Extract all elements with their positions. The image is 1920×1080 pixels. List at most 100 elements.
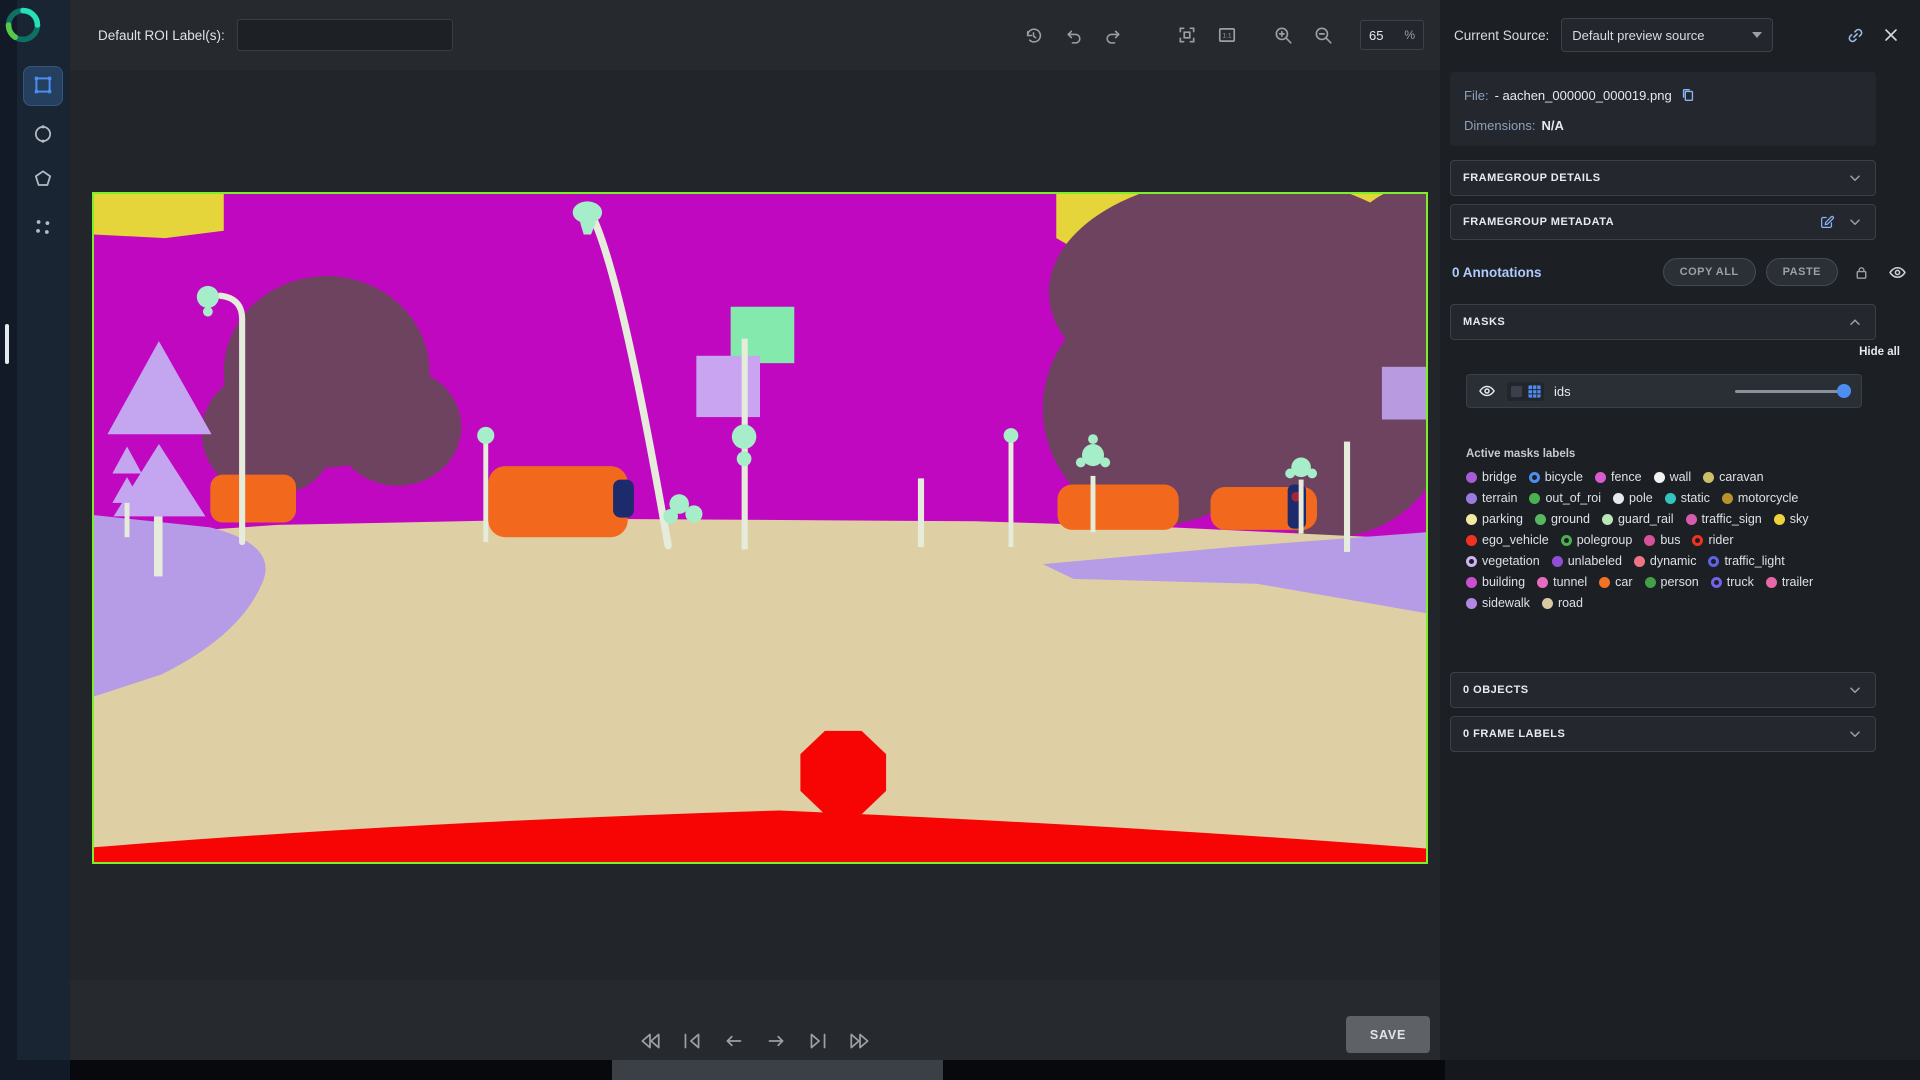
mask-sign-right — [1381, 366, 1426, 420]
history-button[interactable] — [1020, 22, 1046, 48]
history-icon — [1026, 27, 1041, 43]
active-masks-title: Active masks labels — [1466, 448, 1576, 460]
solid-mode-icon[interactable] — [1509, 384, 1524, 399]
mask-label-caravan[interactable]: caravan — [1703, 470, 1764, 484]
copy-link-button[interactable] — [1842, 22, 1868, 48]
mask-label-out_of_roi[interactable]: out_of_roi — [1529, 491, 1601, 505]
framegroup-metadata-label: FRAMEGROUP METADATA — [1463, 216, 1615, 228]
source-dropdown[interactable]: Default preview source — [1561, 18, 1774, 52]
mask-label-guard_rail[interactable]: guard_rail — [1601, 512, 1674, 526]
last-frame-button[interactable] — [847, 1028, 873, 1054]
mask-label-pole[interactable]: pole — [1613, 491, 1653, 505]
chevron-down-icon — [1850, 175, 1860, 181]
mask-color-dot — [1466, 534, 1477, 546]
annotation-app: Default ROI Label(s): 1:1 65 % SAVE Curr… — [0, 0, 1920, 1080]
mask-label-polegroup[interactable]: polegroup — [1560, 533, 1633, 547]
prev-frame-button[interactable] — [721, 1028, 747, 1054]
slider-track — [1735, 390, 1851, 393]
mask-label-ego_vehicle[interactable]: ego_vehicle — [1466, 533, 1549, 547]
next-frame-button[interactable] — [763, 1028, 789, 1054]
framegroup-metadata-section[interactable]: FRAMEGROUP METADATA — [1450, 204, 1876, 240]
polygon-tool-button[interactable] — [23, 160, 63, 200]
mask-label-sidewalk[interactable]: sidewalk — [1466, 596, 1530, 610]
redo-button[interactable] — [1100, 22, 1126, 48]
mask-opacity-slider[interactable] — [1735, 384, 1851, 398]
mask-color-dot — [1703, 471, 1715, 483]
mask-label-text: dynamic — [1649, 554, 1697, 568]
prev-keyframe-button[interactable] — [679, 1028, 705, 1054]
copy-filename-button[interactable] — [1678, 85, 1698, 105]
mask-label-terrain[interactable]: terrain — [1466, 491, 1517, 505]
roi-input[interactable] — [236, 19, 453, 51]
mask-layer-visibility-button[interactable] — [1477, 381, 1497, 401]
app-logo[interactable] — [3, 5, 43, 45]
frame-labels-section[interactable]: 0 FRAME LABELS — [1450, 716, 1876, 752]
mask-color-dot — [1529, 492, 1541, 504]
mask-label-car[interactable]: car — [1599, 575, 1633, 589]
copy-all-button[interactable]: COPY ALL — [1662, 258, 1756, 286]
zoom-level-box[interactable]: 65 % — [1360, 20, 1424, 50]
mask-label-bridge[interactable]: bridge — [1466, 470, 1517, 484]
mask-render-mode-toggle[interactable] — [1507, 381, 1544, 401]
mask-color-dot — [1594, 471, 1606, 483]
hide-all-link[interactable]: Hide all — [1859, 346, 1900, 358]
mask-label-traffic_sign[interactable]: traffic_sign — [1685, 512, 1762, 526]
bbox-tool-button[interactable] — [23, 66, 63, 106]
slider-thumb[interactable] — [1837, 384, 1851, 398]
first-frame-button[interactable] — [637, 1028, 663, 1054]
mask-label-building[interactable]: building — [1466, 575, 1525, 589]
segmentation-image[interactable] — [92, 192, 1428, 864]
grid-mode-icon[interactable] — [1527, 384, 1542, 399]
framegroup-details-section[interactable]: FRAMEGROUP DETAILS — [1450, 160, 1876, 196]
lock-annotations-button[interactable] — [1848, 259, 1874, 285]
chevron-down-icon — [1850, 687, 1860, 693]
undo-button[interactable] — [1060, 22, 1086, 48]
zoom-in-button[interactable] — [1270, 22, 1296, 48]
taskbar-segment — [0, 1060, 70, 1080]
mask-label-parking[interactable]: parking — [1466, 512, 1523, 526]
actual-size-button[interactable]: 1:1 — [1214, 22, 1240, 48]
chevron-down-icon — [1752, 32, 1763, 38]
dimensions-value: N/A — [1541, 118, 1564, 133]
paste-button[interactable]: PASTE — [1765, 258, 1838, 286]
mask-label-unlabeled[interactable]: unlabeled — [1551, 554, 1622, 568]
mask-label-vegetation[interactable]: vegetation — [1466, 554, 1540, 568]
mask-label-person[interactable]: person — [1644, 575, 1699, 589]
mask-label-text: traffic_sign — [1701, 512, 1762, 526]
mask-label-road[interactable]: road — [1541, 596, 1583, 610]
mask-label-trailer[interactable]: trailer — [1765, 575, 1813, 589]
objects-section[interactable]: 0 OBJECTS — [1450, 672, 1876, 708]
mask-label-fence[interactable]: fence — [1594, 470, 1642, 484]
mask-label-wall[interactable]: wall — [1653, 470, 1691, 484]
mask-label-static[interactable]: static — [1664, 491, 1710, 505]
taskbar — [0, 1060, 1920, 1080]
taskbar-segment[interactable] — [612, 1060, 943, 1080]
mask-label-sky[interactable]: sky — [1773, 512, 1809, 526]
save-button[interactable]: SAVE — [1346, 1016, 1430, 1053]
mask-label-ground[interactable]: ground — [1535, 512, 1590, 526]
mask-label-dynamic[interactable]: dynamic — [1633, 554, 1697, 568]
mask-layer-row[interactable]: ids — [1466, 374, 1862, 408]
edit-icon[interactable] — [1819, 214, 1835, 230]
mask-sign-mint — [730, 306, 795, 364]
mask-label-motorcycle[interactable]: motorcycle — [1721, 491, 1798, 505]
masks-section-header[interactable]: MASKS — [1450, 304, 1876, 340]
mask-label-tunnel[interactable]: tunnel — [1537, 575, 1587, 589]
ellipse-tool-button[interactable] — [23, 115, 63, 155]
mask-label-text: polegroup — [1576, 533, 1633, 547]
mask-label-rider[interactable]: rider — [1692, 533, 1734, 547]
mask-label-truck[interactable]: truck — [1710, 575, 1754, 589]
toggle-annotations-visibility-button[interactable] — [1884, 259, 1910, 285]
fit-to-screen-button[interactable] — [1174, 22, 1200, 48]
close-panel-button[interactable] — [1878, 22, 1904, 48]
next-keyframe-button[interactable] — [805, 1028, 831, 1054]
mask-label-text: truck — [1726, 575, 1754, 589]
eye-icon — [1888, 266, 1906, 278]
mask-label-traffic_light[interactable]: traffic_light — [1708, 554, 1785, 568]
keypoint-tool-button[interactable] — [23, 208, 63, 248]
zoom-value[interactable]: 65 — [1369, 28, 1383, 43]
mask-label-bicycle[interactable]: bicycle — [1528, 470, 1583, 484]
canvas-viewport[interactable] — [70, 70, 1440, 980]
mask-label-bus[interactable]: bus — [1644, 533, 1680, 547]
zoom-out-button[interactable] — [1310, 22, 1336, 48]
